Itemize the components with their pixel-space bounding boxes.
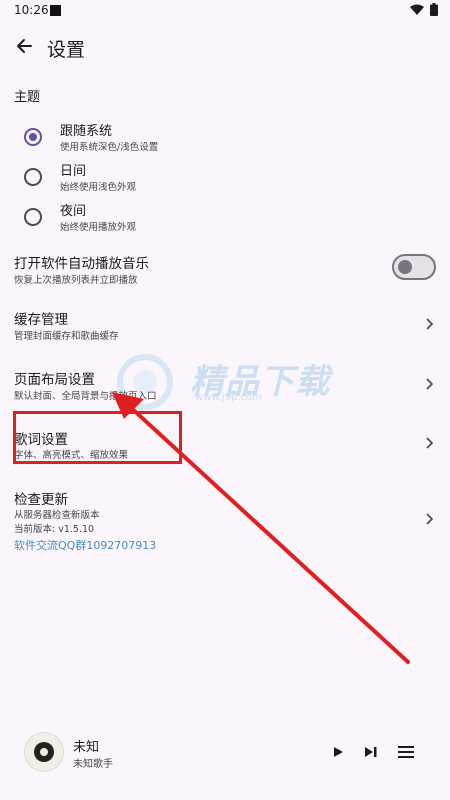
- setting-title: 打开软件自动播放音乐: [14, 256, 149, 272]
- setting-autoplay[interactable]: 打开软件自动播放音乐 恢复上次播放列表并立即播放: [0, 252, 450, 288]
- theme-option-follow-system[interactable]: 跟随系统 使用系统深色/浅色设置: [0, 120, 450, 160]
- back-button[interactable]: [12, 34, 36, 58]
- setting-layout[interactable]: 页面布局设置 默认封面、全局背景与播放页入口: [0, 368, 450, 404]
- status-time: 10:26: [14, 3, 49, 17]
- setting-title: 页面布局设置: [14, 372, 95, 388]
- setting-update[interactable]: 检查更新 从服务器检查新版本 当前版本: v1.5.10 软件交流QQ群1092…: [0, 488, 450, 554]
- battery-icon: [430, 3, 438, 16]
- skip-next-icon: [365, 747, 377, 757]
- theme-option-description: 使用系统深色/浅色设置: [60, 142, 159, 153]
- status-icons: [410, 3, 438, 16]
- autoplay-toggle[interactable]: [392, 254, 436, 280]
- radio-button[interactable]: [24, 208, 42, 226]
- radio-button[interactable]: [24, 168, 42, 186]
- mini-player[interactable]: 未知 未知歌手: [0, 720, 450, 784]
- chevron-right-icon: [426, 378, 434, 390]
- status-bar: 10:26: [0, 0, 450, 22]
- menu-icon: [398, 746, 414, 758]
- play-icon: [334, 747, 343, 757]
- page-title: 设置: [47, 39, 86, 61]
- radio-button-checked[interactable]: [24, 128, 42, 146]
- qq-group-link[interactable]: 软件交流QQ群1092707913: [14, 537, 156, 553]
- theme-option-description: 始终使用浅色外观: [60, 182, 137, 193]
- playlist-button[interactable]: [396, 742, 416, 762]
- notification-icon: [50, 5, 61, 16]
- chevron-right-icon: [426, 437, 434, 449]
- setting-description: 从服务器检查新版本: [14, 510, 100, 521]
- setting-cache[interactable]: 缓存管理 管理封面缓存和歌曲缓存: [0, 308, 450, 344]
- theme-option-label: 日间: [60, 164, 87, 179]
- toggle-knob: [398, 260, 412, 274]
- theme-option-label: 跟随系统: [60, 124, 113, 139]
- version-text: 当前版本: v1.5.10: [14, 524, 95, 535]
- theme-option-day[interactable]: 日间 始终使用浅色外观: [0, 160, 450, 200]
- chevron-right-icon: [426, 513, 434, 525]
- annotation-highlight-box: [13, 411, 182, 464]
- setting-description: 恢复上次播放列表并立即播放: [14, 275, 138, 286]
- arrow-back-icon: [17, 39, 32, 53]
- album-cover[interactable]: [24, 732, 64, 772]
- disc-hole: [40, 748, 48, 756]
- chevron-right-icon: [426, 318, 434, 330]
- theme-section-title: 主题: [14, 90, 41, 105]
- theme-option-label: 夜间: [60, 204, 87, 219]
- disc-center: [34, 742, 54, 762]
- theme-option-night[interactable]: 夜间 始终使用播放外观: [0, 200, 450, 240]
- setting-title: 检查更新: [14, 492, 68, 508]
- setting-title: 缓存管理: [14, 312, 68, 328]
- song-artist: 未知歌手: [73, 759, 113, 770]
- next-button[interactable]: [361, 742, 381, 762]
- theme-option-description: 始终使用播放外观: [60, 222, 137, 233]
- setting-description: 管理封面缓存和歌曲缓存: [14, 331, 119, 342]
- play-button[interactable]: [328, 742, 348, 762]
- wifi-icon: [410, 4, 424, 15]
- app-bar: 设置: [0, 30, 450, 66]
- setting-description: 默认封面、全局背景与播放页入口: [14, 391, 157, 402]
- song-title: 未知: [73, 740, 100, 755]
